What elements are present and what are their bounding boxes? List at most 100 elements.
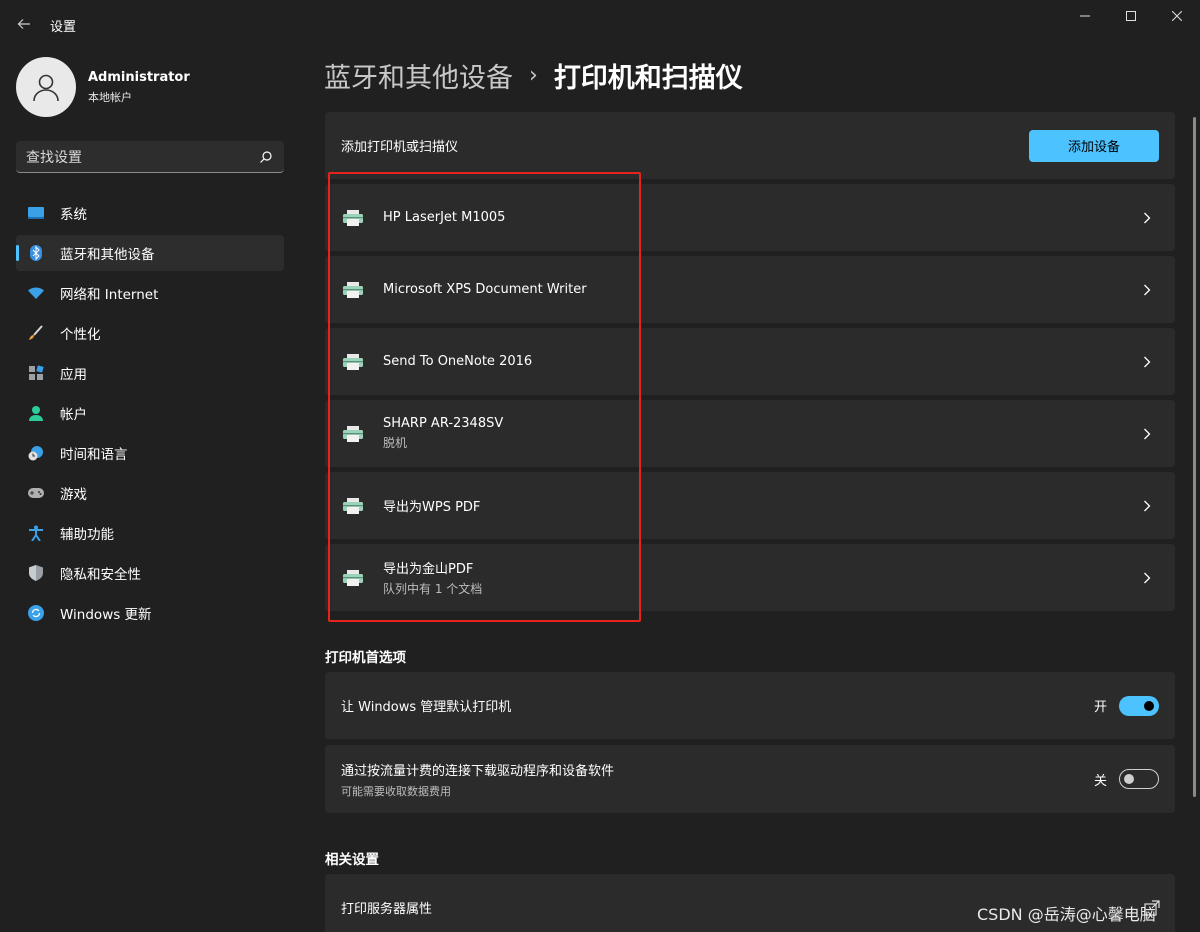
add-printer-label: 添加打印机或扫描仪 — [341, 140, 459, 155]
minimize-icon — [1080, 15, 1090, 17]
user-profile[interactable]: Administrator 本地帐户 — [16, 57, 190, 117]
printer-name: 导出为WPS PDF — [383, 500, 481, 515]
account-icon — [28, 405, 44, 421]
chevron-right-icon — [1139, 354, 1155, 370]
bluetooth-icon — [28, 245, 44, 261]
add-device-button[interactable]: 添加设备 — [1029, 129, 1159, 162]
setting-title: 通过按流量计费的连接下载驱动程序和设备软件 — [341, 763, 615, 779]
scrollbar[interactable] — [1193, 117, 1196, 797]
sidebar-item-label: 蓝牙和其他设备 — [60, 247, 155, 263]
shield-icon — [28, 565, 44, 581]
accessibility-icon — [28, 525, 44, 541]
breadcrumb-parent[interactable]: 蓝牙和其他设备 — [324, 56, 513, 95]
toggle-knob — [1144, 700, 1154, 711]
toggle-state-label: 开 — [1093, 700, 1107, 715]
toggle-knob — [1124, 774, 1134, 784]
search-input[interactable]: 查找设置 — [16, 141, 284, 173]
minimize-button[interactable] — [1062, 0, 1108, 32]
search-placeholder: 查找设置 — [26, 149, 82, 166]
sidebar-item-gaming[interactable]: 游戏 — [16, 475, 284, 511]
printer-icon — [341, 350, 365, 374]
brush-icon — [28, 325, 44, 341]
sidebar-item-label: 系统 — [60, 207, 87, 223]
sidebar-item-label: 网络和 Internet — [60, 287, 159, 303]
watermark: CSDN @岳涛@心馨电脑 — [977, 905, 1156, 924]
printer-preferences-heading: 打印机首选项 — [325, 650, 406, 666]
breadcrumb-separator: › — [529, 63, 538, 88]
title-bar: 设置 — [0, 0, 1200, 48]
account-type: 本地帐户 — [88, 90, 132, 104]
add-printer-card: 添加打印机或扫描仪 添加设备 — [325, 112, 1175, 179]
printer-icon — [341, 566, 365, 590]
sidebar-item-label: 时间和语言 — [60, 447, 128, 463]
sidebar-item-label: Windows 更新 — [60, 607, 152, 623]
back-button[interactable] — [10, 10, 38, 38]
printer-name: Send To OneNote 2016 — [383, 354, 533, 369]
printer-icon — [341, 422, 365, 446]
default-printer-toggle[interactable] — [1119, 695, 1159, 716]
sidebar-nav: 系统 蓝牙和其他设备 网络和 Internet 个性化 应用 帐户 时间和语言 … — [16, 195, 284, 635]
sidebar-item-label: 隐私和安全性 — [60, 567, 141, 583]
printer-name: Microsoft XPS Document Writer — [383, 282, 587, 297]
printer-name: 导出为金山PDF — [383, 562, 474, 577]
globe-clock-icon — [28, 445, 44, 461]
chevron-right-icon — [1139, 498, 1155, 514]
printer-icon — [341, 278, 365, 302]
sidebar-item-accounts[interactable]: 帐户 — [16, 395, 284, 431]
setting-title: 让 Windows 管理默认打印机 — [341, 700, 512, 715]
close-button[interactable] — [1154, 0, 1200, 32]
printer-row[interactable]: SHARP AR-2348SV 脱机 — [325, 400, 1175, 467]
printer-row[interactable]: 导出为WPS PDF — [325, 472, 1175, 539]
sidebar-item-label: 应用 — [60, 367, 87, 383]
metered-download-toggle[interactable] — [1119, 769, 1159, 789]
maximize-icon — [1126, 11, 1136, 21]
setting-subtitle: 可能需要收取数据费用 — [341, 784, 451, 798]
default-printer-setting: 让 Windows 管理默认打印机 开 — [325, 672, 1175, 739]
printer-icon — [341, 494, 365, 518]
gamepad-icon — [28, 485, 44, 501]
breadcrumb: 蓝牙和其他设备 › 打印机和扫描仪 — [324, 56, 743, 95]
printer-status: 队列中有 1 个文档 — [383, 582, 483, 596]
toggle-state-label: 关 — [1093, 773, 1107, 789]
chevron-right-icon — [1139, 282, 1155, 298]
maximize-button[interactable] — [1108, 0, 1154, 32]
sidebar-item-apps[interactable]: 应用 — [16, 355, 284, 391]
avatar — [16, 57, 76, 117]
sidebar-item-label: 个性化 — [60, 327, 101, 343]
sidebar-item-bluetooth[interactable]: 蓝牙和其他设备 — [16, 235, 284, 271]
printer-name: HP LaserJet M1005 — [383, 210, 506, 225]
related-settings-heading: 相关设置 — [325, 852, 379, 868]
sidebar-item-accessibility[interactable]: 辅助功能 — [16, 515, 284, 551]
sidebar-item-privacy[interactable]: 隐私和安全性 — [16, 555, 284, 591]
page-title: 打印机和扫描仪 — [553, 63, 743, 94]
chevron-right-icon — [1139, 210, 1155, 226]
sidebar-item-time-language[interactable]: 时间和语言 — [16, 435, 284, 471]
sidebar-item-system[interactable]: 系统 — [16, 195, 284, 231]
printer-row[interactable]: 导出为金山PDF 队列中有 1 个文档 — [325, 544, 1175, 611]
sidebar-item-label: 游戏 — [60, 487, 87, 503]
sidebar-item-network[interactable]: 网络和 Internet — [16, 275, 284, 311]
printer-row[interactable]: Send To OneNote 2016 — [325, 328, 1175, 395]
profile-name: Administrator — [88, 69, 190, 85]
apps-icon — [28, 365, 44, 381]
app-title: 设置 — [50, 20, 77, 35]
search-icon[interactable] — [258, 149, 274, 165]
sidebar-item-personalization[interactable]: 个性化 — [16, 315, 284, 351]
update-icon — [28, 605, 44, 621]
printer-status: 脱机 — [383, 436, 408, 450]
sidebar-item-label: 辅助功能 — [60, 527, 114, 543]
wifi-icon — [28, 285, 44, 301]
chevron-right-icon — [1139, 570, 1155, 586]
sidebar-item-windows-update[interactable]: Windows 更新 — [16, 595, 284, 631]
printer-icon — [341, 206, 365, 230]
sidebar-item-label: 帐户 — [60, 407, 87, 423]
chevron-right-icon — [1139, 426, 1155, 442]
close-icon — [1172, 11, 1182, 21]
printer-row[interactable]: HP LaserJet M1005 — [325, 184, 1175, 251]
system-icon — [28, 205, 44, 221]
person-icon — [33, 74, 59, 102]
printer-row[interactable]: Microsoft XPS Document Writer — [325, 256, 1175, 323]
printer-name: SHARP AR-2348SV — [383, 416, 504, 431]
back-arrow-icon — [17, 19, 30, 29]
metered-download-setting: 通过按流量计费的连接下载驱动程序和设备软件 可能需要收取数据费用 关 — [325, 745, 1175, 813]
